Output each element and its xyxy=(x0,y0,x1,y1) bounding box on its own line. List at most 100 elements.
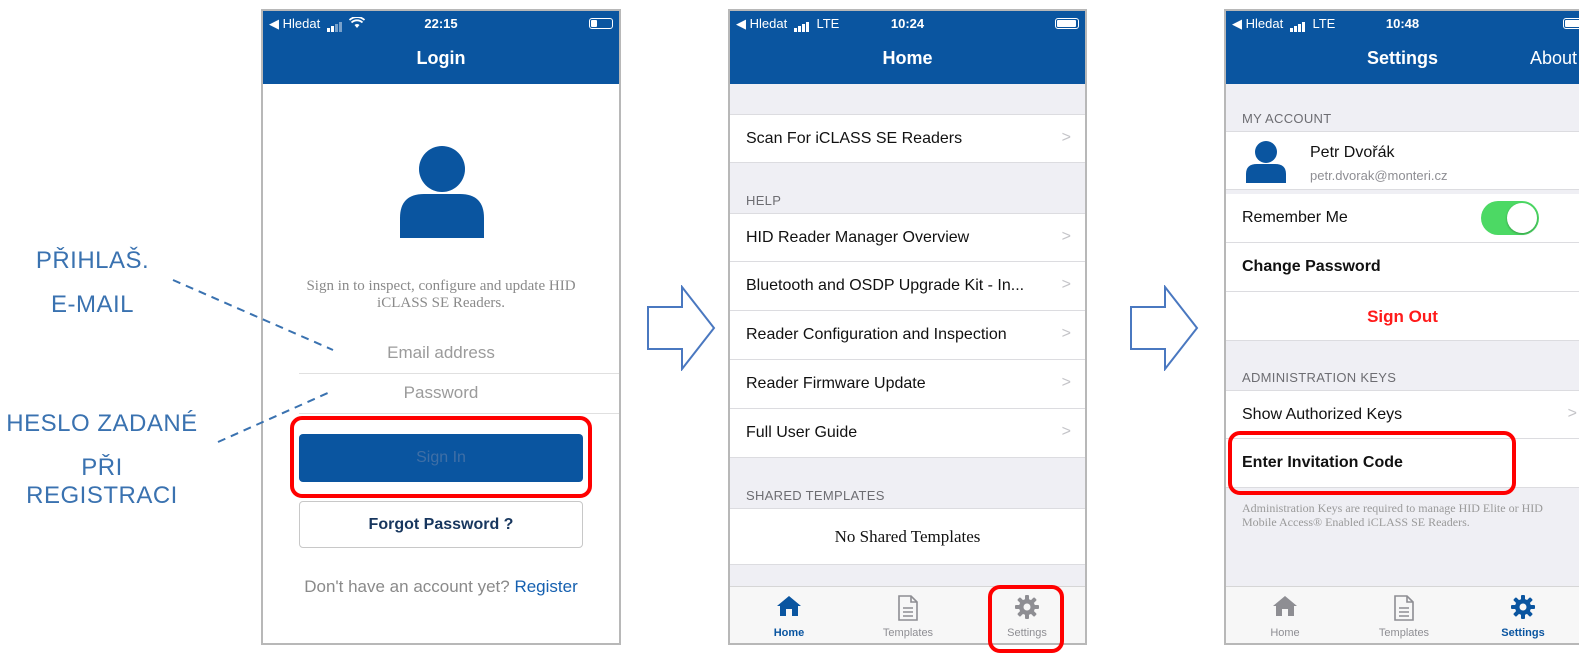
nav-bar: ◀ Hledat LTE 10:48 Settings About xyxy=(1226,11,1579,84)
shared-templates-empty: No Shared Templates xyxy=(730,508,1085,565)
admin-keys-footer: Administration Keys are required to mana… xyxy=(1242,501,1543,529)
signal-bars-icon xyxy=(1289,17,1306,32)
status-bar: ◀ Hledat LTE 10:48 xyxy=(1232,16,1579,32)
nav-bar: ◀ Hledat 22:15 Login xyxy=(263,11,619,84)
network-type: LTE xyxy=(816,16,840,31)
document-icon xyxy=(1394,595,1414,621)
invitation-code-highlight xyxy=(1228,431,1516,495)
battery-icon xyxy=(1563,18,1579,29)
chevron-right-icon: > xyxy=(1061,228,1071,245)
tab-home[interactable]: Home xyxy=(1240,587,1330,643)
battery-icon xyxy=(589,18,613,29)
home-icon xyxy=(1273,596,1297,616)
wifi-icon xyxy=(349,16,366,28)
my-account-header: MY ACCOUNT xyxy=(1242,111,1332,126)
forgot-password-button[interactable]: Forgot Password ? xyxy=(299,501,583,548)
change-password-row[interactable]: Change Password xyxy=(1226,243,1579,292)
help-item-label: HID Reader Manager Overview xyxy=(746,229,970,246)
admin-keys-header: ADMINISTRATION KEYS xyxy=(1242,370,1397,385)
email-annotation: PŘIHLAŠ. E-MAIL xyxy=(20,247,165,319)
chevron-right-icon: > xyxy=(1061,325,1071,342)
chevron-right-icon: > xyxy=(1061,374,1071,391)
back-to-search-link[interactable]: ◀ Hledat xyxy=(736,16,787,31)
signal-bars-icon xyxy=(793,17,810,32)
register-prompt: Don't have an account yet? Register xyxy=(263,577,619,597)
home-icon xyxy=(777,596,801,616)
arrow-right-icon xyxy=(1130,285,1199,371)
status-bar: ◀ Hledat 22:15 xyxy=(269,16,613,32)
help-item-label: Bluetooth and OSDP Upgrade Kit - In... xyxy=(746,277,1025,294)
help-item-label: Reader Configuration and Inspection xyxy=(746,326,1007,343)
home-screen: ◀ Hledat LTE 10:24 Home Scan For iCLASS … xyxy=(728,9,1087,645)
help-section-header: HELP xyxy=(746,193,782,208)
change-password-link: Change Password xyxy=(1242,258,1381,275)
status-left: ◀ Hledat LTE xyxy=(1232,16,1335,32)
nav-bar: ◀ Hledat LTE 10:24 Home xyxy=(730,11,1085,84)
chevron-right-icon: > xyxy=(1061,129,1071,146)
email-field[interactable]: Email address xyxy=(299,334,619,374)
gear-icon xyxy=(1511,595,1535,619)
password-annotation-line-1: HESLO ZADANÉ xyxy=(6,410,198,437)
battery-icon xyxy=(1055,18,1079,29)
tab-templates-label: Templates xyxy=(882,627,934,639)
about-button[interactable]: About xyxy=(1530,48,1577,69)
remember-me-label: Remember Me xyxy=(1242,209,1348,226)
tab-settings[interactable]: Settings xyxy=(1478,587,1568,643)
page-title: Home xyxy=(882,48,933,68)
help-item-configuration[interactable]: Reader Configuration and Inspection > xyxy=(730,311,1085,360)
tab-home[interactable]: Home xyxy=(744,587,834,643)
scan-readers-label: Scan For iCLASS SE Readers xyxy=(746,130,963,147)
page-title: Settings xyxy=(1366,48,1438,68)
tab-templates[interactable]: Templates xyxy=(863,587,953,643)
settings-tab-highlight xyxy=(988,585,1064,653)
shared-templates-header: SHARED TEMPLATES xyxy=(746,488,885,503)
help-item-label: Full User Guide xyxy=(746,424,858,441)
arrow-right-icon xyxy=(647,285,716,371)
scan-readers-row[interactable]: Scan For iCLASS SE Readers > xyxy=(730,114,1085,163)
signal-bars-icon xyxy=(326,17,343,32)
sign-out-button: Sign Out xyxy=(1367,307,1438,326)
help-item-overview[interactable]: HID Reader Manager Overview > xyxy=(730,213,1085,262)
user-avatar-icon xyxy=(1246,141,1286,183)
sign-in-highlight xyxy=(290,416,592,498)
register-link[interactable]: Register xyxy=(514,577,577,596)
status-bar: ◀ Hledat LTE 10:24 xyxy=(736,16,1079,32)
intro-text: Sign in to inspect, configure and update… xyxy=(306,278,576,311)
password-annotation-line-2: PŘI REGISTRACI xyxy=(26,454,178,509)
email-annotation-line-1: PŘIHLAŠ. xyxy=(35,247,150,274)
user-avatar-icon xyxy=(400,146,484,238)
chevron-right-icon: > xyxy=(1061,276,1071,293)
tab-templates-label: Templates xyxy=(1378,627,1430,639)
toggle-knob xyxy=(1507,203,1537,233)
tab-templates[interactable]: Templates xyxy=(1359,587,1449,643)
no-shared-templates-text: No Shared Templates xyxy=(834,527,981,546)
password-field[interactable]: Password xyxy=(299,374,619,414)
tab-bar: Home Templates Settings xyxy=(1226,586,1579,643)
document-icon xyxy=(898,595,918,621)
network-type: LTE xyxy=(1312,16,1336,31)
remember-me-toggle[interactable] xyxy=(1481,201,1539,235)
help-item-user-guide[interactable]: Full User Guide > xyxy=(730,409,1085,458)
back-to-search-link[interactable]: ◀ Hledat xyxy=(269,16,320,31)
no-account-text: Don't have an account yet? xyxy=(304,577,510,596)
back-to-search-link[interactable]: ◀ Hledat xyxy=(1232,16,1283,31)
show-keys-label: Show Authorized Keys xyxy=(1242,406,1403,423)
sign-out-row[interactable]: Sign Out xyxy=(1226,292,1579,341)
status-time: 10:48 xyxy=(1385,16,1420,31)
chevron-right-icon: > xyxy=(1567,405,1577,422)
tab-home-label: Home xyxy=(1270,627,1300,639)
chevron-right-icon: > xyxy=(1061,423,1071,440)
settings-screen: ◀ Hledat LTE 10:48 Settings About MY ACC… xyxy=(1224,9,1579,645)
account-name: Petr Dvořák xyxy=(1310,144,1395,161)
login-screen: ◀ Hledat 22:15 Login Sign in to inspect,… xyxy=(261,9,621,645)
status-time: 22:15 xyxy=(424,16,458,31)
tab-home-label: Home xyxy=(773,627,805,639)
help-item-firmware[interactable]: Reader Firmware Update > xyxy=(730,360,1085,409)
email-annotation-line-2: E-MAIL xyxy=(50,291,134,318)
help-item-upgrade-kit[interactable]: Bluetooth and OSDP Upgrade Kit - In... > xyxy=(730,262,1085,311)
password-annotation: HESLO ZADANÉ PŘI REGISTRACI xyxy=(2,410,202,510)
status-time: 10:24 xyxy=(890,16,925,31)
tab-settings-label: Settings xyxy=(1501,627,1545,639)
status-left: ◀ Hledat xyxy=(269,16,366,32)
status-left: ◀ Hledat LTE xyxy=(736,16,839,32)
